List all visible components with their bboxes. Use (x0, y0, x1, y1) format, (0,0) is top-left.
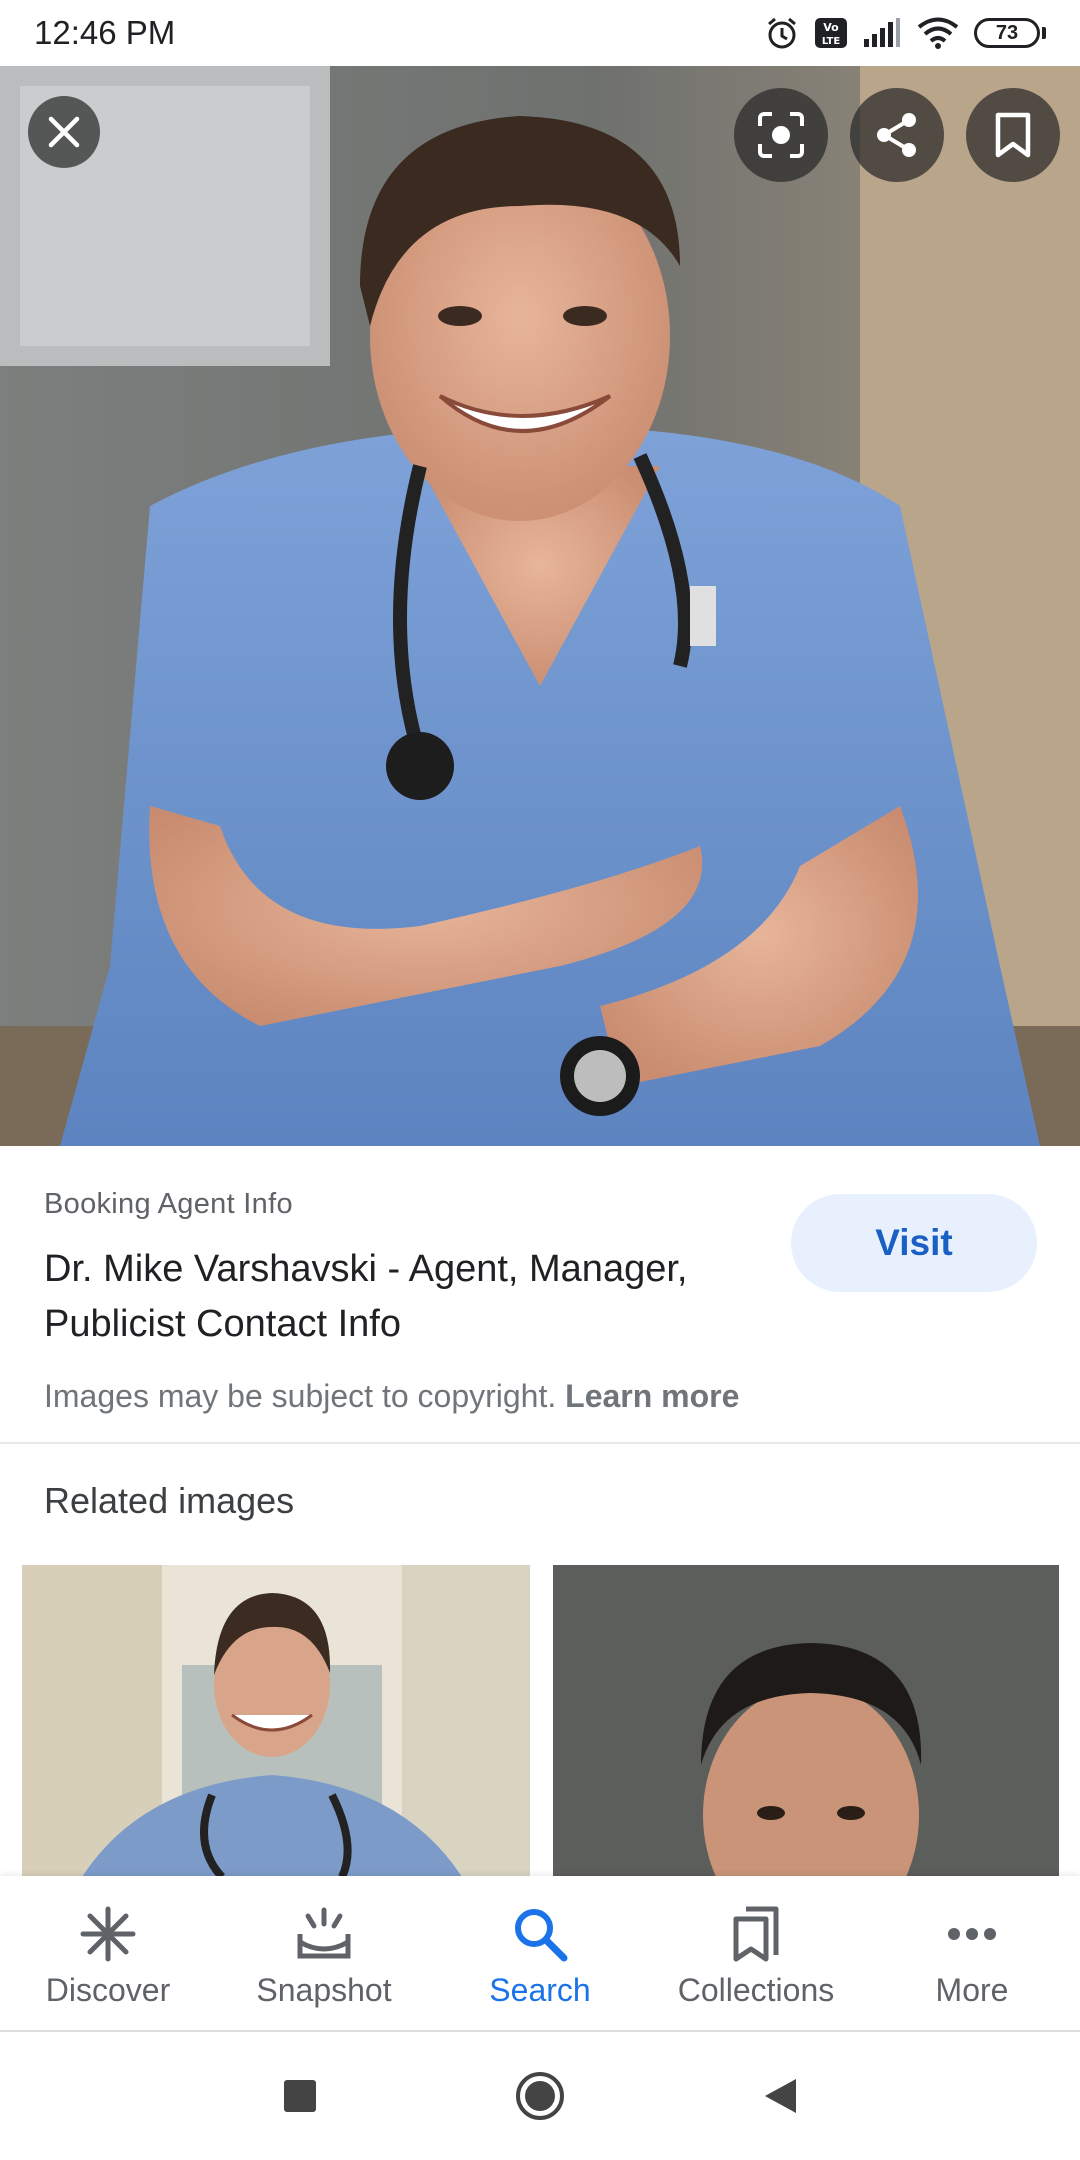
recents-icon (284, 2080, 316, 2112)
bottom-navigation: Discover Snapshot Search Collections Mor… (0, 1876, 1080, 2032)
svg-text:LTE: LTE (822, 36, 841, 47)
nav-collections-label: Collections (677, 1972, 835, 2008)
share-button[interactable] (850, 88, 944, 182)
save-button[interactable] (966, 88, 1060, 182)
learn-more-link[interactable]: Learn more (565, 1378, 739, 1414)
system-navigation (0, 2032, 1080, 2160)
recents-button[interactable] (260, 2056, 340, 2136)
image-viewer[interactable] (0, 66, 1080, 1146)
nav-discover[interactable]: Discover (0, 1876, 216, 2032)
svg-text:Vo: Vo (823, 21, 839, 34)
collections-icon (730, 1904, 782, 1964)
nav-snapshot[interactable]: Snapshot (216, 1876, 432, 2032)
source-label[interactable]: Booking Agent Info (44, 1188, 293, 1221)
result-info: Booking Agent Info Dr. Mike Varshavski -… (0, 1146, 1080, 1442)
result-title[interactable]: Dr. Mike Varshavski - Agent, Manager, Pu… (44, 1242, 764, 1352)
status-bar: 12:46 PM Vo LTE 73 (0, 0, 1080, 66)
signal-icon (862, 17, 902, 49)
back-button[interactable] (740, 2056, 820, 2136)
copyright-notice: Images may be subject to copyright. Lear… (44, 1378, 739, 1415)
related-images-heading: Related images (44, 1480, 295, 1521)
alarm-icon (764, 15, 800, 51)
related-photo-1 (22, 1565, 530, 1877)
nav-search-label: Search (489, 1972, 591, 2008)
section-divider (0, 1442, 1080, 1444)
battery-level: 73 (974, 18, 1040, 48)
close-button[interactable] (28, 96, 100, 168)
lens-icon (758, 112, 804, 158)
status-icons: Vo LTE 73 (764, 15, 1046, 51)
status-time: 12:46 PM (34, 14, 176, 51)
search-icon (511, 1904, 569, 1964)
discover-icon (79, 1904, 137, 1964)
visit-button[interactable]: Visit (791, 1194, 1037, 1292)
related-photo-2 (553, 1565, 1059, 1877)
nav-more-label: More (935, 1972, 1009, 2008)
nav-discover-label: Discover (45, 1972, 171, 2008)
snapshot-icon (294, 1904, 354, 1964)
home-icon (516, 2072, 564, 2120)
back-icon (765, 2079, 796, 2113)
more-icon (947, 1904, 997, 1964)
nav-snapshot-label: Snapshot (256, 1972, 392, 2008)
related-image-2[interactable] (553, 1565, 1059, 1877)
volte-icon: Vo LTE (814, 17, 848, 49)
copyright-text: Images may be subject to copyright. (44, 1378, 557, 1414)
main-photo (0, 66, 1080, 1146)
lens-button[interactable] (734, 88, 828, 182)
battery-tip (1042, 27, 1046, 39)
related-image-1[interactable] (22, 1565, 530, 1877)
nav-search[interactable]: Search (432, 1876, 648, 2032)
nav-collections[interactable]: Collections (648, 1876, 864, 2032)
share-icon (877, 113, 916, 157)
home-button[interactable] (500, 2056, 580, 2136)
battery-icon: 73 (974, 18, 1046, 48)
wifi-icon (916, 16, 960, 50)
nav-more[interactable]: More (864, 1876, 1080, 2032)
close-icon (48, 116, 80, 148)
bookmark-icon (995, 112, 1031, 158)
